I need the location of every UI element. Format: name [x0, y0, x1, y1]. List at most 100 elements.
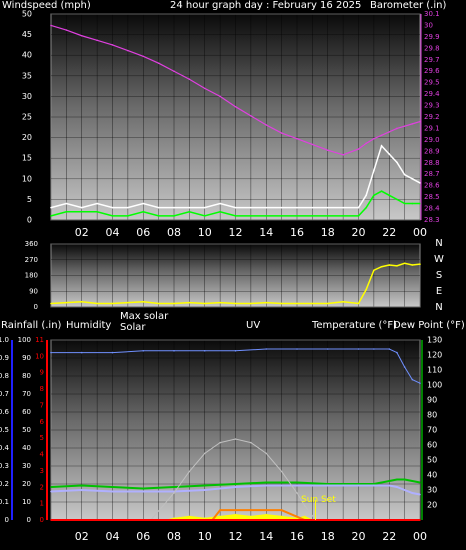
- y-tick-label-direction: 90: [29, 287, 38, 295]
- data-point-wind_gust: [127, 206, 129, 209]
- data-point-wind_avg: [219, 210, 221, 213]
- data-point-wind_gust: [311, 206, 314, 209]
- data-point-temperature-f: [173, 486, 175, 488]
- data-point-solar: [188, 515, 191, 518]
- data-point-wind_gust: [296, 206, 298, 209]
- data-point-max-solar: [173, 492, 175, 494]
- data-point-wind_gust: [326, 206, 329, 209]
- y-tick-label-temperature: 20: [427, 501, 437, 510]
- y2-tick-label-barometer: 29.0: [424, 136, 440, 144]
- y-tick-label-direction: 180: [25, 272, 38, 280]
- legend-solar: Solar: [120, 322, 146, 333]
- data-point-barometer: [250, 115, 252, 117]
- x-tick-label-weather: 00: [413, 530, 427, 543]
- data-point-barometer: [157, 62, 160, 65]
- y-tick-label-humidity: 100: [18, 336, 31, 344]
- data-point-humidity: [403, 366, 406, 368]
- y-tick-label-humidity: 40: [22, 444, 31, 452]
- data-point-wind_gust: [265, 206, 268, 209]
- data-point-wind_avg: [388, 194, 391, 197]
- y2-tick-label-barometer: 29.7: [424, 56, 440, 64]
- y2-tick-label-barometer: 28.5: [424, 193, 440, 201]
- data-point-wind-direction: [111, 302, 114, 305]
- data-point-wind-direction: [357, 302, 360, 305]
- y2-tick-label-barometer: 30.1: [424, 10, 440, 18]
- y-tick-label-uv: 7: [40, 401, 44, 409]
- y-tick-label-direction: 270: [25, 256, 38, 264]
- x-tick-label-wind: 12: [229, 226, 243, 239]
- y-tick-label-windspeed: 25: [22, 113, 32, 122]
- data-point-max-solar: [219, 441, 221, 444]
- data-point-wind_gust: [203, 206, 206, 209]
- data-point-wind-direction: [203, 302, 206, 305]
- y-tick-label-temperature: 70: [427, 426, 437, 435]
- data-point-wind_gust: [403, 173, 406, 176]
- data-point-wind_gust: [388, 153, 391, 155]
- y-tick-label-rainfall: 0.1: [0, 498, 9, 506]
- data-point-wind_avg: [411, 202, 414, 205]
- data-point-wind_gust: [411, 178, 414, 180]
- data-point-barometer: [127, 49, 129, 52]
- y-tick-label-humidity: 70: [22, 390, 31, 398]
- data-point-wind-direction: [219, 301, 221, 304]
- y2-tick-label-barometer: 29.8: [424, 44, 440, 52]
- data-point-dew-point-f: [388, 484, 391, 487]
- data-point-wind_gust: [157, 206, 160, 209]
- y2-tick-label-barometer: 29.9: [424, 33, 440, 41]
- data-point-wind-direction: [419, 263, 421, 265]
- data-point-wind_avg: [50, 215, 52, 217]
- y2-tick-label-barometer: 29.4: [424, 90, 440, 98]
- data-point-wind_gust: [365, 194, 367, 197]
- data-point-rainfall-in: [419, 519, 421, 521]
- x-tick-label-wind: 06: [136, 226, 150, 239]
- x-tick-label-wind: 20: [352, 226, 366, 239]
- y-tick-label-uv: 6: [40, 418, 45, 426]
- data-point-temperature-f: [296, 481, 298, 484]
- data-point-humidity: [419, 382, 421, 385]
- x-tick-label-wind: 18: [321, 226, 335, 239]
- x-tick-label-weather: 14: [259, 530, 273, 543]
- y-tick-label-direction: 0: [34, 303, 38, 311]
- data-point-solar: [234, 513, 237, 516]
- y-tick-label-rainfall: 0.8: [0, 372, 9, 380]
- x-tick-label-weather: 16: [290, 530, 304, 543]
- x-tick-label-weather: 18: [321, 530, 335, 543]
- data-point-barometer: [342, 153, 344, 156]
- data-point-barometer: [280, 132, 283, 134]
- data-point-wind_avg: [234, 215, 237, 217]
- data-point-max-solar: [157, 510, 160, 512]
- data-point-wind-direction: [403, 262, 406, 265]
- y-tick-label-uv: 4: [40, 451, 45, 459]
- data-point-max-solar: [280, 470, 283, 473]
- y-tick-label-windspeed: 45: [22, 30, 32, 39]
- data-point-wind_gust: [50, 206, 52, 209]
- x-tick-label-wind: 16: [290, 226, 304, 239]
- data-point-dew-point-f: [403, 489, 406, 491]
- data-point-wind-direction: [173, 302, 175, 305]
- data-point-barometer: [234, 105, 237, 108]
- data-point-barometer: [188, 78, 191, 81]
- data-point-temperature-f: [403, 478, 406, 481]
- data-point-solar: [203, 517, 206, 519]
- data-point-wind_gust: [65, 202, 68, 205]
- data-point-wind-direction: [50, 302, 52, 305]
- data-point-wind_avg: [111, 215, 114, 217]
- data-point-humidity: [111, 351, 114, 354]
- data-point-wind-direction: [265, 301, 268, 304]
- data-point-wind_gust: [96, 202, 98, 205]
- data-point-wind_avg: [265, 215, 268, 217]
- data-point-wind_avg: [280, 215, 283, 217]
- data-point-barometer: [380, 134, 383, 137]
- x-tick-label-weather: 08: [167, 530, 181, 543]
- data-point-wind-direction: [311, 302, 314, 305]
- data-point-humidity: [80, 351, 83, 354]
- data-point-max-solar: [188, 470, 191, 473]
- data-point-dew-point-f: [396, 486, 398, 488]
- y-tick-label-temperature: 100: [427, 381, 442, 390]
- data-point-max-solar: [265, 452, 268, 455]
- data-point-solar: [173, 517, 175, 519]
- y2-tick-label-barometer: 29.1: [424, 124, 440, 132]
- legend-max-solar: Max solar: [120, 311, 169, 322]
- data-point-wind-direction: [365, 288, 367, 291]
- data-point-wind-direction: [280, 302, 283, 305]
